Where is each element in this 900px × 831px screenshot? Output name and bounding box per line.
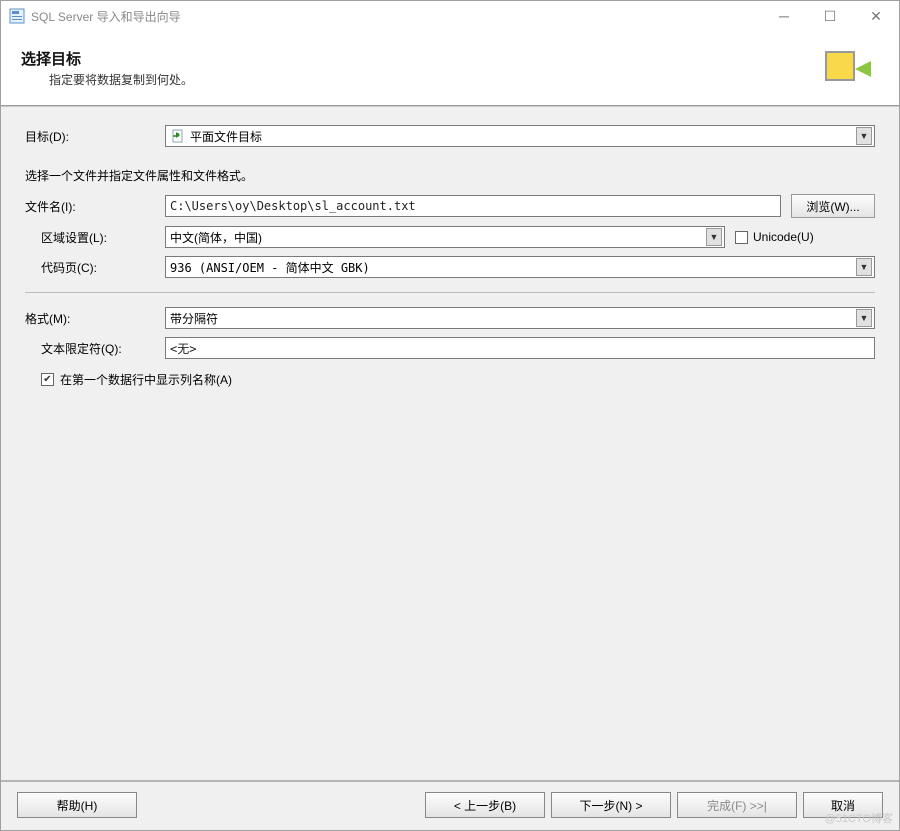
- wizard-window: SQL Server 导入和导出向导 ─ ☐ ✕ 选择目标 指定要将数据复制到何…: [0, 0, 900, 831]
- format-select[interactable]: 带分隔符 ▼: [165, 307, 875, 329]
- browse-button[interactable]: 浏览(W)...: [791, 194, 875, 218]
- chevron-down-icon: ▼: [856, 258, 872, 276]
- format-value: 带分隔符: [170, 310, 856, 327]
- minimize-button[interactable]: ─: [761, 1, 807, 31]
- first-row-columns-checkbox[interactable]: [41, 373, 54, 386]
- unicode-checkbox[interactable]: [735, 231, 748, 244]
- section-divider: [25, 292, 875, 293]
- help-button[interactable]: 帮助(H): [17, 792, 137, 818]
- qualifier-input[interactable]: [165, 337, 875, 359]
- format-label: 格式(M):: [25, 310, 165, 327]
- qualifier-label: 文本限定符(Q):: [25, 340, 165, 357]
- wizard-content: 目标(D): 平面文件目标 ▼ 选择一个文件并指定文件属性和文件格式。 文件名(…: [1, 107, 899, 780]
- unicode-label: Unicode(U): [753, 230, 814, 244]
- wizard-icon: [819, 43, 879, 93]
- destination-value: 平面文件目标: [190, 128, 856, 145]
- chevron-down-icon: ▼: [706, 228, 722, 246]
- destination-select[interactable]: 平面文件目标 ▼: [165, 125, 875, 147]
- close-button[interactable]: ✕: [853, 1, 899, 31]
- destination-label: 目标(D):: [25, 128, 165, 145]
- app-icon: [9, 8, 25, 24]
- codepage-label: 代码页(C):: [25, 259, 165, 276]
- wizard-footer: 帮助(H) < 上一步(B) 下一步(N) > 完成(F) >>| 取消: [1, 780, 899, 830]
- chevron-down-icon: ▼: [856, 309, 872, 327]
- locale-value: 中文(简体，中国): [170, 229, 706, 246]
- first-row-columns-label: 在第一个数据行中显示列名称(A): [60, 371, 232, 388]
- cancel-button[interactable]: 取消: [803, 792, 883, 818]
- titlebar: SQL Server 导入和导出向导 ─ ☐ ✕: [1, 1, 899, 31]
- file-prompt-text: 选择一个文件并指定文件属性和文件格式。: [25, 167, 875, 184]
- locale-select[interactable]: 中文(简体，中国) ▼: [165, 226, 725, 248]
- flat-file-icon: [170, 128, 186, 144]
- maximize-button[interactable]: ☐: [807, 1, 853, 31]
- page-subtitle: 指定要将数据复制到何处。: [21, 71, 819, 88]
- filename-input[interactable]: [165, 195, 781, 217]
- window-title: SQL Server 导入和导出向导: [31, 8, 181, 25]
- page-title: 选择目标: [21, 48, 819, 69]
- codepage-value: 936 (ANSI/OEM - 简体中文 GBK): [170, 259, 856, 276]
- next-button[interactable]: 下一步(N) >: [551, 792, 671, 818]
- locale-label: 区域设置(L):: [25, 229, 165, 246]
- codepage-select[interactable]: 936 (ANSI/OEM - 简体中文 GBK) ▼: [165, 256, 875, 278]
- wizard-header: 选择目标 指定要将数据复制到何处。: [1, 31, 899, 105]
- chevron-down-icon: ▼: [856, 127, 872, 145]
- finish-button: 完成(F) >>|: [677, 792, 797, 818]
- window-controls: ─ ☐ ✕: [761, 1, 899, 31]
- filename-label: 文件名(I):: [25, 198, 165, 215]
- back-button[interactable]: < 上一步(B): [425, 792, 545, 818]
